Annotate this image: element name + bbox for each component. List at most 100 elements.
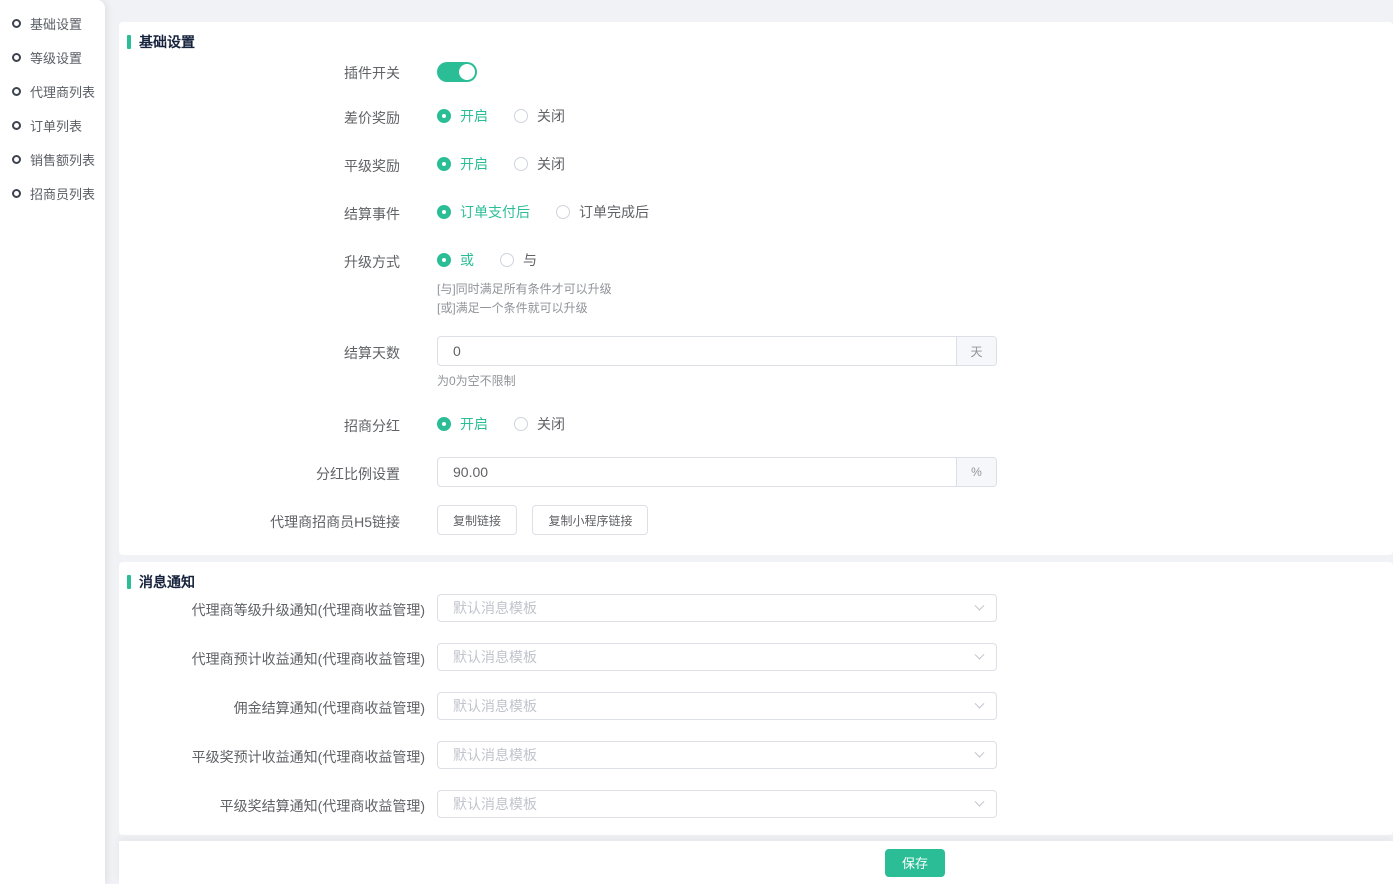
radio-group: 订单支付后 订单完成后 <box>437 197 675 227</box>
plugin-switch-toggle[interactable] <box>437 62 477 82</box>
radio-label: 订单支付后 <box>460 202 530 222</box>
template-select[interactable]: 默认消息模板 <box>437 692 997 720</box>
radio-icon <box>437 109 451 123</box>
sidebar-item-label: 等级设置 <box>30 48 82 67</box>
form-row-expected-income-notify: 代理商预计收益通知(代理商收益管理) 默认消息模板 <box>119 643 1393 671</box>
radio-label: 开启 <box>460 154 488 174</box>
section-accent-bar <box>127 35 131 49</box>
sidebar-item-order-list[interactable]: 订单列表 <box>0 108 105 142</box>
field-label: 代理商等级升级通知(代理商收益管理) <box>119 594 425 622</box>
radio-option-and[interactable]: 与 <box>500 250 537 270</box>
form-row-upgrade-method: 升级方式 或 与 [ <box>119 245 1393 318</box>
radio-option-after-payment[interactable]: 订单支付后 <box>437 202 530 222</box>
form-row-level-upgrade-notify: 代理商等级升级通知(代理商收益管理) 默认消息模板 <box>119 594 1393 622</box>
radio-option-or[interactable]: 或 <box>437 250 474 270</box>
form-row-same-level-reward: 平级奖励 开启 关闭 <box>119 149 1393 179</box>
radio-icon <box>437 253 451 267</box>
notify-form: 代理商等级升级通知(代理商收益管理) 默认消息模板 代理商预计收益通知(代理商收… <box>119 590 1393 818</box>
circle-icon <box>12 53 21 62</box>
template-select[interactable]: 默认消息模板 <box>437 643 997 671</box>
radio-option-on[interactable]: 开启 <box>437 106 488 126</box>
field-label: 结算天数 <box>119 336 400 391</box>
radio-option-off[interactable]: 关闭 <box>514 154 565 174</box>
hint-or: [或]满足一个条件就可以升级 <box>437 299 612 318</box>
radio-label: 与 <box>523 250 537 270</box>
save-button[interactable]: 保存 <box>885 849 945 877</box>
field-label: 佣金结算通知(代理商收益管理) <box>119 692 425 720</box>
section-title-notify: 消息通知 <box>119 562 1393 590</box>
radio-icon <box>437 157 451 171</box>
radio-icon <box>514 109 528 123</box>
field-label: 代理商招商员H5链接 <box>119 505 400 535</box>
form-row-samelevel-expected-notify: 平级奖预计收益通知(代理商收益管理) 默认消息模板 <box>119 741 1393 769</box>
template-select[interactable]: 默认消息模板 <box>437 594 997 622</box>
chevron-down-icon <box>975 649 985 659</box>
radio-icon <box>500 253 514 267</box>
field-label: 结算事件 <box>119 197 400 227</box>
input-suffix-percent: % <box>956 458 996 486</box>
circle-icon <box>12 19 21 28</box>
select-placeholder: 默认消息模板 <box>453 794 537 814</box>
circle-icon <box>12 189 21 198</box>
select-placeholder: 默认消息模板 <box>453 598 537 618</box>
radio-label: 开启 <box>460 106 488 126</box>
circle-icon <box>12 87 21 96</box>
radio-label: 订单完成后 <box>579 202 649 222</box>
field-label: 分红比例设置 <box>119 457 400 487</box>
app-root: 基础设置 等级设置 代理商列表 订单列表 销售额列表 招商员列表 基础 <box>0 0 1393 884</box>
radio-option-after-completion[interactable]: 订单完成后 <box>556 202 649 222</box>
radio-label: 开启 <box>460 414 488 434</box>
section-accent-bar <box>127 575 131 589</box>
copy-link-button[interactable]: 复制链接 <box>437 505 517 535</box>
radio-option-on[interactable]: 开启 <box>437 154 488 174</box>
radio-option-off[interactable]: 关闭 <box>514 414 565 434</box>
radio-icon <box>437 417 451 431</box>
form-row-settlement-event: 结算事件 订单支付后 订单完成后 <box>119 197 1393 227</box>
sidebar-item-label: 订单列表 <box>30 116 82 135</box>
chevron-down-icon <box>975 600 985 610</box>
field-label: 平级奖结算通知(代理商收益管理) <box>119 790 425 818</box>
settlement-days-input-group: 天 <box>437 336 997 366</box>
chevron-down-icon <box>975 747 985 757</box>
circle-icon <box>12 121 21 130</box>
sidebar-item-label: 基础设置 <box>30 14 82 33</box>
radio-icon <box>437 205 451 219</box>
radio-option-off[interactable]: 关闭 <box>514 106 565 126</box>
radio-icon <box>556 205 570 219</box>
radio-group: 开启 关闭 <box>437 149 591 179</box>
template-select[interactable]: 默认消息模板 <box>437 790 997 818</box>
field-label: 平级奖励 <box>119 149 400 179</box>
field-label: 升级方式 <box>119 245 400 318</box>
sidebar-item-label: 销售额列表 <box>30 150 95 169</box>
section-title-text: 消息通知 <box>139 572 195 592</box>
basic-settings-card: 基础设置 插件开关 差价奖励 <box>119 22 1393 555</box>
field-label: 平级奖预计收益通知(代理商收益管理) <box>119 741 425 769</box>
sidebar-item-recruiter-list[interactable]: 招商员列表 <box>0 176 105 210</box>
sidebar-item-basic-settings[interactable]: 基础设置 <box>0 6 105 40</box>
select-placeholder: 默认消息模板 <box>453 696 537 716</box>
radio-group: 开启 关闭 <box>437 101 591 131</box>
template-select[interactable]: 默认消息模板 <box>437 741 997 769</box>
radio-group: 开启 关闭 <box>437 409 591 439</box>
settlement-days-input[interactable] <box>438 337 956 365</box>
form-row-h5-link: 代理商招商员H5链接 复制链接 复制小程序链接 <box>119 505 1393 535</box>
copy-miniprogram-link-button[interactable]: 复制小程序链接 <box>532 505 648 535</box>
message-notify-card: 消息通知 代理商等级升级通知(代理商收益管理) 默认消息模板 代理商预计收益通知… <box>119 562 1393 835</box>
sidebar-item-label: 招商员列表 <box>30 184 95 203</box>
sidebar: 基础设置 等级设置 代理商列表 订单列表 销售额列表 招商员列表 <box>0 0 105 884</box>
upgrade-method-hints: [与]同时满足所有条件才可以升级 [或]满足一个条件就可以升级 <box>437 280 612 318</box>
form-row-dividend-ratio: 分红比例设置 % <box>119 457 1393 487</box>
sidebar-item-level-settings[interactable]: 等级设置 <box>0 40 105 74</box>
section-title-basic: 基础设置 <box>119 22 1393 50</box>
sidebar-item-agent-list[interactable]: 代理商列表 <box>0 74 105 108</box>
section-title-text: 基础设置 <box>139 32 195 52</box>
radio-option-on[interactable]: 开启 <box>437 414 488 434</box>
hint-and: [与]同时满足所有条件才可以升级 <box>437 280 612 299</box>
toggle-knob <box>459 64 475 80</box>
input-suffix-days: 天 <box>956 337 996 365</box>
sidebar-item-label: 代理商列表 <box>30 82 95 101</box>
radio-label: 关闭 <box>537 154 565 174</box>
sidebar-item-sales-list[interactable]: 销售额列表 <box>0 142 105 176</box>
dividend-ratio-input-group: % <box>437 457 997 487</box>
dividend-ratio-input[interactable] <box>438 458 956 486</box>
